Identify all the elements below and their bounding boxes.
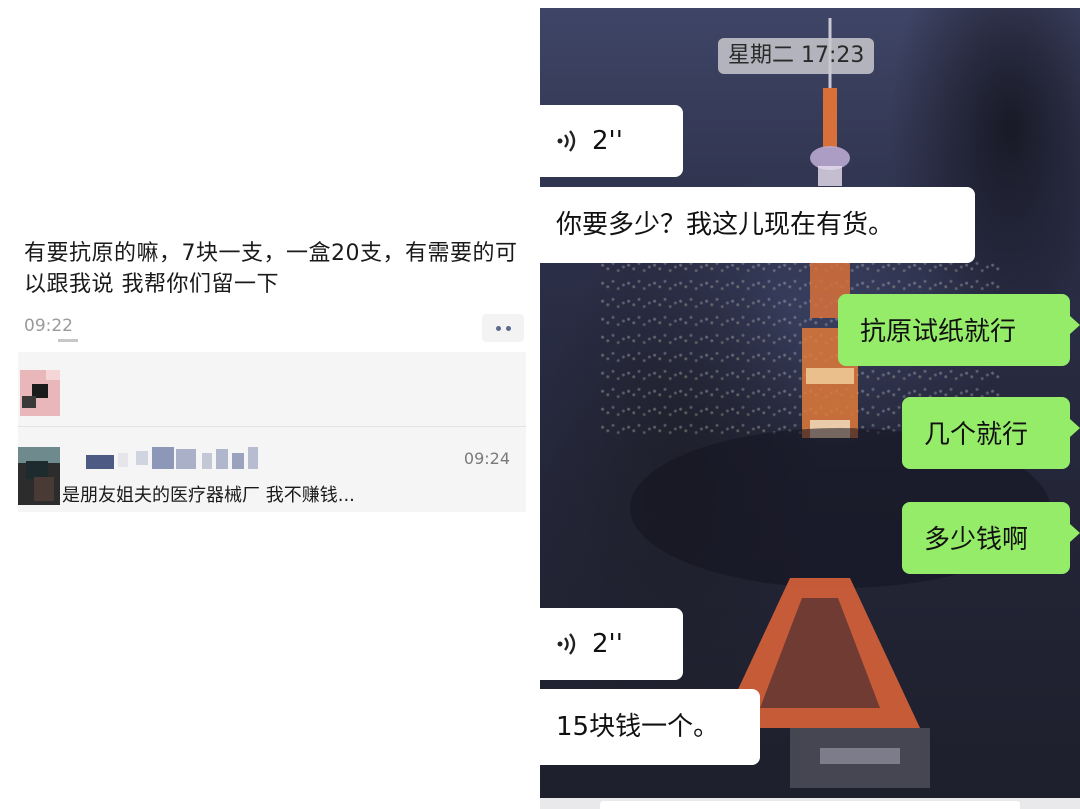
incoming-message-bubble[interactable]: 15块钱一个。 xyxy=(540,689,760,765)
voice-message-bubble[interactable]: 2'' xyxy=(540,608,683,680)
commenter-name-blurred[interactable] xyxy=(66,447,266,469)
more-button[interactable] xyxy=(482,314,524,342)
outgoing-message-bubble[interactable]: 几个就行 xyxy=(902,397,1080,469)
moments-post-panel: 有要抗原的嘛，7块一支，一盒20支，有需要的可以跟我说 我帮你们留一下 09:2… xyxy=(0,0,540,809)
outgoing-message-bubble[interactable]: 抗原试纸就行 xyxy=(838,294,1080,366)
voice-duration: 2'' xyxy=(592,126,623,156)
comment-row[interactable]: 09:24 是朋友姐夫的医疗器械厂 我不赚钱... xyxy=(18,427,526,512)
avatar[interactable] xyxy=(20,370,60,416)
voice-duration: 2'' xyxy=(592,629,623,659)
chat-panel: 星期二 17:23 2'' 你要多少？我这儿现在有货。 抗原试纸就行 几个就行 … xyxy=(540,8,1080,809)
input-field-edge[interactable] xyxy=(600,801,1020,809)
voice-message-bubble[interactable]: 2'' xyxy=(540,105,683,177)
post-time: 09:22 xyxy=(24,316,73,336)
time-underline xyxy=(58,339,78,342)
voice-wave-icon xyxy=(556,631,578,657)
voice-wave-icon xyxy=(556,128,578,154)
chat-timestamp: 星期二 17:23 xyxy=(718,38,875,74)
like-row xyxy=(18,352,526,426)
avatar[interactable] xyxy=(18,447,60,505)
more-dots-icon-dot xyxy=(505,325,511,331)
comment-time: 09:24 xyxy=(463,449,510,468)
outgoing-message-bubble[interactable]: 多少钱啊 xyxy=(902,502,1080,574)
post-text: 有要抗原的嘛，7块一支，一盒20支，有需要的可以跟我说 我帮你们留一下 xyxy=(24,241,518,297)
comment-text: 是朋友姐夫的医疗器械厂 我不赚钱... xyxy=(62,485,355,506)
comments-box: 09:24 是朋友姐夫的医疗器械厂 我不赚钱... xyxy=(18,352,526,512)
incoming-message-bubble[interactable]: 你要多少？我这儿现在有货。 xyxy=(540,187,975,263)
more-dots-icon xyxy=(495,325,501,331)
input-bar-edge xyxy=(540,798,1080,809)
